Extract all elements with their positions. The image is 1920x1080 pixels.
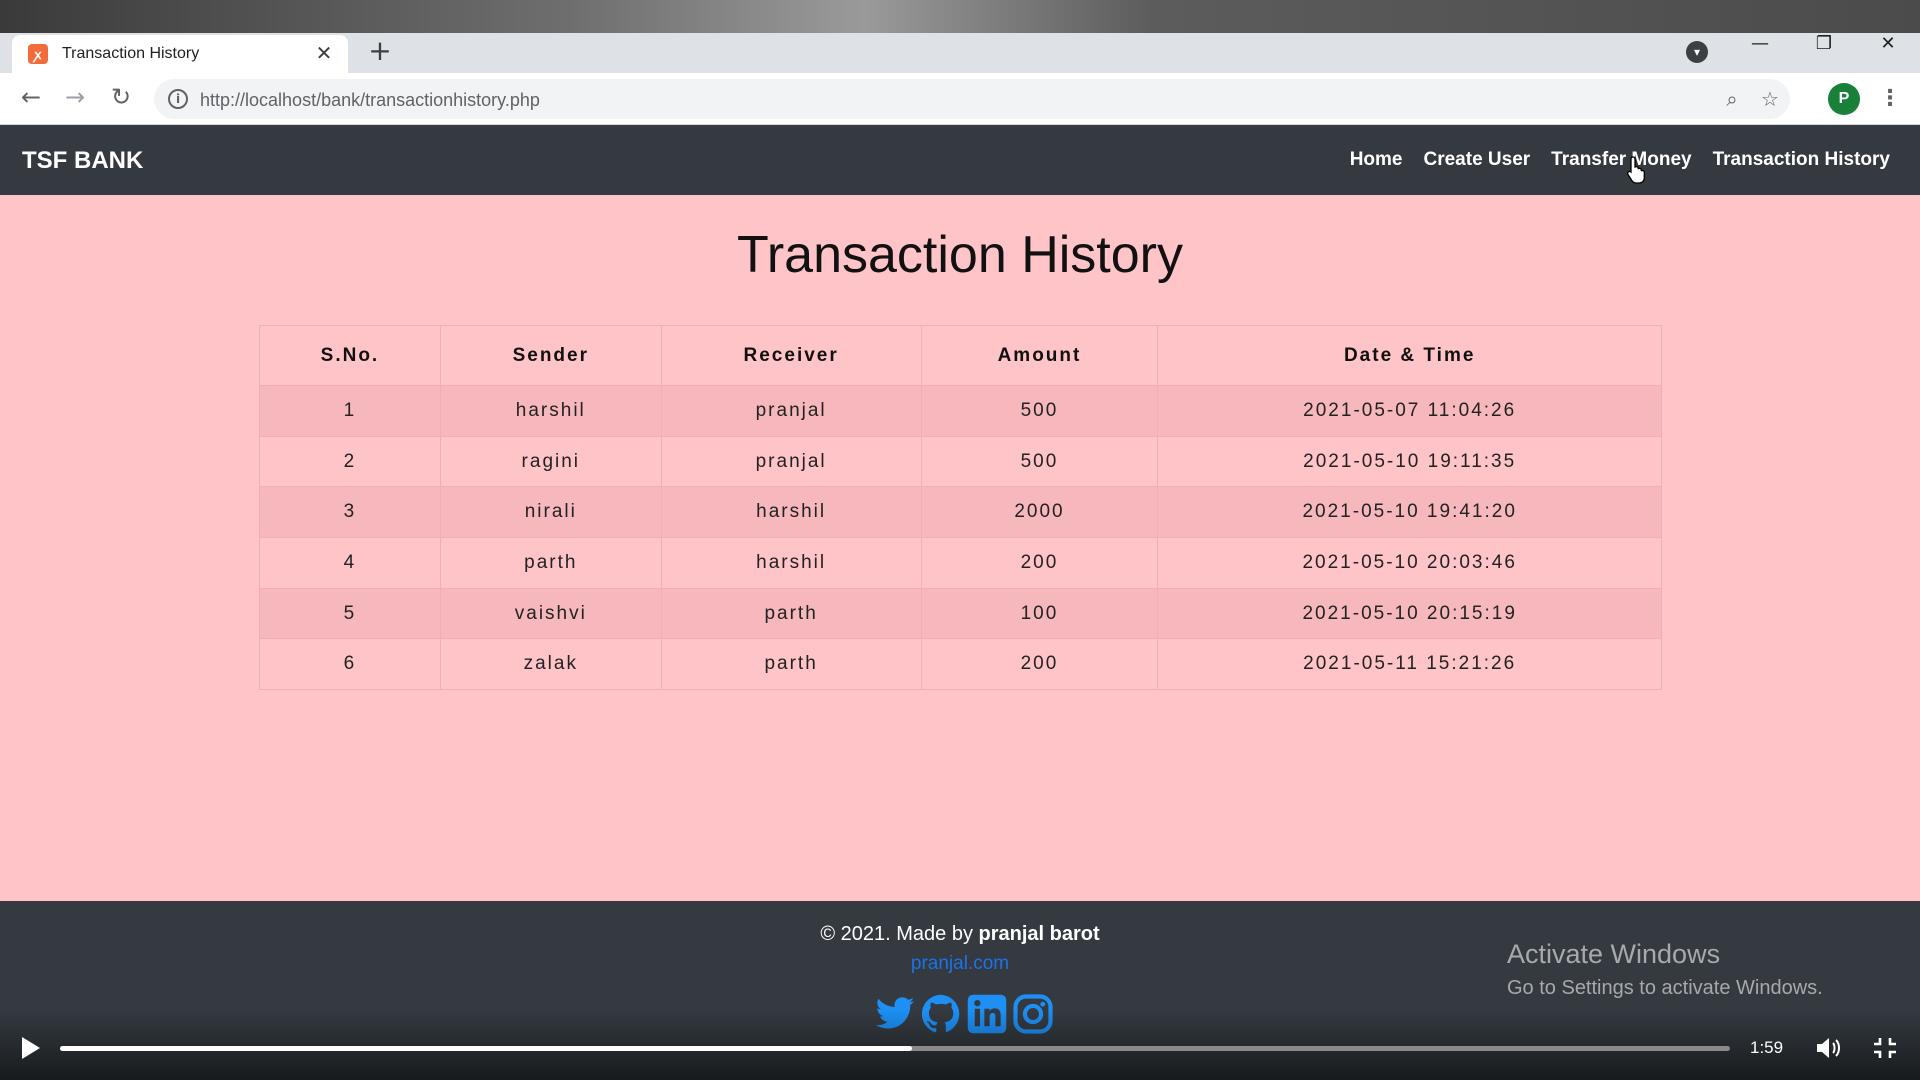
cell-sno: 6: [259, 638, 441, 691]
browser-menu-icon[interactable]: ⋮: [1876, 83, 1904, 115]
table-row: 1 harshil pranjal 500 2021-05-07 11:04:2…: [259, 385, 1662, 437]
header-receiver: Receiver: [660, 325, 922, 386]
nav-link-create-user[interactable]: Create User: [1424, 149, 1531, 171]
table-row: 5 vaishvi parth 100 2021-05-10 20:15:19: [259, 587, 1662, 640]
video-top-strip: [0, 0, 1920, 33]
browser-tab[interactable]: ꭗ Transaction History ✕: [12, 35, 348, 73]
cell-datetime: 2021-05-10 20:15:19: [1157, 587, 1662, 640]
cell-datetime: 2021-05-07 11:04:26: [1157, 385, 1662, 437]
volume-icon[interactable]: [1814, 1034, 1844, 1062]
table-header-row: S.No. Sender Receiver Amount Date & Time: [259, 325, 1662, 386]
brand-logo[interactable]: TSF BANK: [22, 147, 143, 175]
profile-avatar[interactable]: P: [1828, 83, 1860, 115]
cell-datetime: 2021-05-11 15:21:26: [1157, 638, 1662, 691]
page-title: Transaction History: [737, 226, 1183, 284]
nav-link-transaction-history[interactable]: Transaction History: [1713, 149, 1890, 171]
url-text[interactable]: http://localhost/bank/transactionhistory…: [200, 90, 540, 111]
play-icon[interactable]: [16, 1034, 44, 1062]
cell-receiver: harshil: [660, 486, 922, 539]
table-row: 6 zalak parth 200 2021-05-11 15:21:26: [259, 638, 1662, 691]
nav-link-home[interactable]: Home: [1350, 149, 1403, 171]
header-sno: S.No.: [259, 325, 441, 386]
cell-sender: vaishvi: [439, 587, 662, 640]
header-datetime: Date & Time: [1157, 325, 1662, 386]
info-icon[interactable]: i: [168, 89, 188, 109]
cell-amount: 500: [920, 435, 1159, 488]
cell-receiver: pranjal: [660, 435, 922, 488]
cell-datetime: 2021-05-10 20:03:46: [1157, 537, 1662, 589]
cell-sender: parth: [439, 537, 662, 589]
cell-receiver: pranjal: [660, 385, 922, 437]
cell-sno: 2: [259, 435, 441, 488]
browser-tabbar: ꭗ Transaction History ✕ + ▾ — ❐ ✕: [0, 33, 1920, 73]
nav-link-transfer-money[interactable]: Transfer Money: [1551, 149, 1691, 171]
minimize-button[interactable]: —: [1728, 33, 1792, 69]
new-tab-button[interactable]: +: [366, 37, 394, 65]
table-row: 4 parth harshil 200 2021-05-10 20:03:46: [259, 537, 1662, 589]
cell-sno: 1: [259, 385, 441, 437]
close-window-button[interactable]: ✕: [1856, 33, 1920, 69]
cell-sender: nirali: [439, 486, 662, 539]
zoom-icon[interactable]: ⌕: [1720, 87, 1744, 111]
cell-amount: 500: [920, 385, 1159, 437]
back-icon[interactable]: ←: [16, 83, 46, 113]
activate-windows-title: Activate Windows: [1507, 939, 1721, 969]
cell-datetime: 2021-05-10 19:11:35: [1157, 435, 1662, 488]
restore-button[interactable]: ❐: [1792, 33, 1856, 69]
transaction-table: S.No. Sender Receiver Amount Date & Time…: [259, 325, 1662, 691]
nav-links: Home Create User Transfer Money Transact…: [1329, 149, 1890, 171]
hand-cursor-icon: [1627, 156, 1645, 184]
tab-search-icon[interactable]: ▾: [1686, 41, 1708, 63]
tab-title: Transaction History: [62, 45, 200, 62]
cell-sender: ragini: [439, 435, 662, 488]
cell-sno: 5: [259, 587, 441, 640]
table-row: 3 nirali harshil 2000 2021-05-10 19:41:2…: [259, 486, 1662, 539]
cell-receiver: harshil: [660, 537, 922, 589]
header-sender: Sender: [439, 325, 662, 386]
close-tab-icon[interactable]: ✕: [312, 41, 336, 65]
cell-sno: 3: [259, 486, 441, 539]
bookmark-star-icon[interactable]: ☆: [1758, 87, 1782, 111]
table-row: 2 ragini pranjal 500 2021-05-10 19:11:35: [259, 435, 1662, 488]
cell-amount: 100: [920, 587, 1159, 640]
cell-sender: zalak: [439, 638, 662, 691]
browser-toolbar: ← → ↻ i http://localhost/bank/transactio…: [0, 73, 1920, 125]
cell-sender: harshil: [439, 385, 662, 437]
address-bar[interactable]: i http://localhost/bank/transactionhisto…: [154, 79, 1790, 119]
xampp-favicon-icon: ꭗ: [28, 44, 48, 64]
cell-amount: 200: [920, 638, 1159, 691]
cell-amount: 200: [920, 537, 1159, 589]
copyright-prefix: © 2021. Made by: [820, 923, 979, 945]
video-controls: 1:59: [0, 1010, 1920, 1080]
reload-icon[interactable]: ↻: [106, 83, 136, 113]
header-amount: Amount: [920, 325, 1159, 386]
video-progress-fill: [60, 1046, 912, 1051]
cell-amount: 2000: [920, 486, 1159, 539]
web-page: TSF BANK Home Create User Transfer Money…: [0, 125, 1920, 1080]
cell-sno: 4: [259, 537, 441, 589]
forward-icon[interactable]: →: [60, 83, 90, 113]
cell-receiver: parth: [660, 587, 922, 640]
exit-fullscreen-icon[interactable]: [1870, 1034, 1900, 1062]
cell-receiver: parth: [660, 638, 922, 691]
author-name: pranjal barot: [978, 923, 1100, 945]
video-time: 1:59: [1750, 1038, 1784, 1057]
video-progress-bar[interactable]: [60, 1046, 1730, 1051]
activate-windows-subtitle: Go to Settings to activate Windows.: [1507, 977, 1823, 999]
cell-datetime: 2021-05-10 19:41:20: [1157, 486, 1662, 539]
